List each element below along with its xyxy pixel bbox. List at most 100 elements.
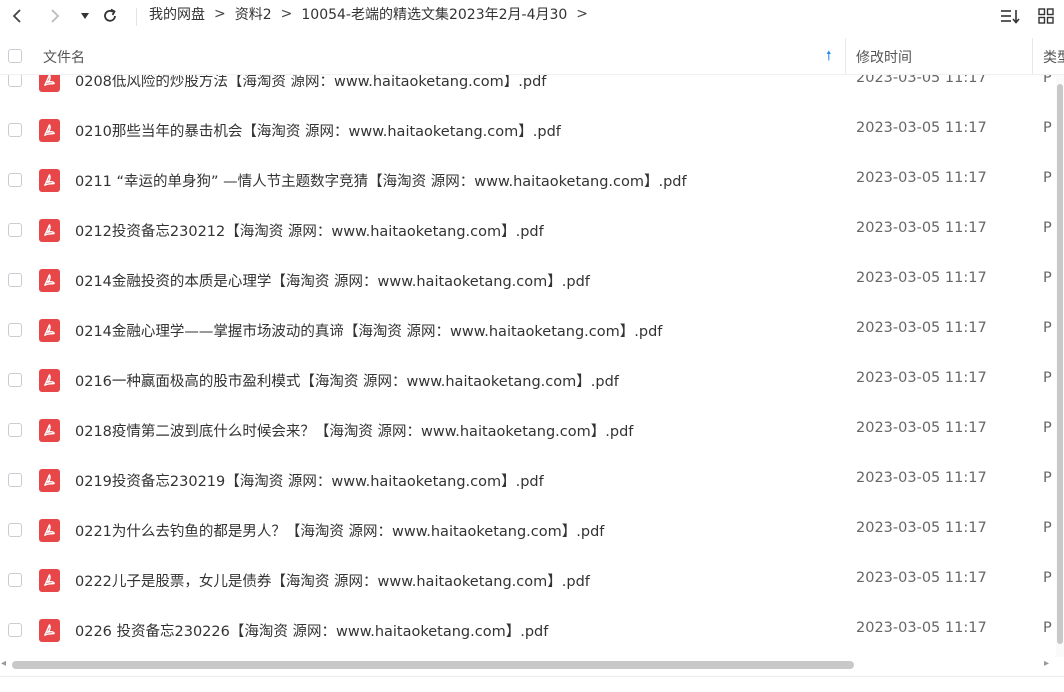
file-type: P: [1043, 570, 1052, 586]
file-modified-time: 2023-03-05 11:17: [856, 170, 987, 186]
file-row[interactable]: 0210那些当年的暴击机会【海淘资 源网：www.haitaoketang.co…: [0, 105, 1056, 155]
row-checkbox[interactable]: [8, 75, 22, 87]
pdf-file-icon: [39, 169, 60, 192]
file-modified-time: 2023-03-05 11:17: [856, 370, 987, 386]
refresh-button[interactable]: [97, 3, 123, 29]
row-checkbox[interactable]: [8, 323, 22, 337]
file-modified-time: 2023-03-05 11:17: [856, 570, 987, 586]
file-row[interactable]: 0211 “幸运的单身狗” —情人节主题数字竞猜【海淘资 源网：www.hait…: [0, 155, 1056, 205]
file-type: P: [1043, 120, 1052, 136]
pdf-symbol-icon: [44, 424, 55, 436]
scroll-left-icon[interactable]: ◂: [1, 658, 6, 669]
row-checkbox[interactable]: [8, 173, 22, 187]
row-checkbox[interactable]: [8, 573, 22, 587]
breadcrumb-item-folder[interactable]: 资料2: [235, 4, 272, 24]
pdf-symbol-icon: [44, 224, 55, 236]
file-name[interactable]: 0210那些当年的暴击机会【海淘资 源网：www.haitaoketang.co…: [75, 120, 561, 141]
pdf-file-icon: [39, 75, 60, 92]
row-checkbox[interactable]: [8, 423, 22, 437]
row-checkbox[interactable]: [8, 473, 22, 487]
refresh-icon: [104, 8, 116, 22]
pdf-symbol-icon: [44, 75, 55, 86]
grid-view-button[interactable]: [1034, 4, 1058, 28]
row-checkbox[interactable]: [8, 623, 22, 637]
vertical-scrollbar-thumb[interactable]: [1057, 84, 1063, 644]
file-type: P: [1043, 420, 1052, 436]
row-checkbox[interactable]: [8, 523, 22, 537]
bottom-divider: [0, 676, 1064, 677]
file-name[interactable]: 0212投资备忘230212【海淘资 源网：www.haitaoketang.c…: [75, 220, 544, 241]
file-row[interactable]: 0212投资备忘230212【海淘资 源网：www.haitaoketang.c…: [0, 205, 1056, 255]
file-name[interactable]: 0214金融投资的本质是心理学【海淘资 源网：www.haitaoketang.…: [75, 270, 590, 291]
column-divider[interactable]: [1032, 38, 1033, 74]
row-checkbox[interactable]: [8, 273, 22, 287]
pdf-symbol-icon: [44, 174, 55, 186]
file-name[interactable]: 0221为什么去钓鱼的都是男人？【海淘资 源网：www.haitaoketang…: [75, 520, 604, 541]
breadcrumb-separator: >: [576, 6, 589, 22]
pdf-symbol-icon: [44, 524, 55, 536]
pdf-file-icon: [39, 319, 60, 342]
file-list: 0208低风险的炒股方法【海淘资 源网：www.haitaoketang.com…: [0, 75, 1056, 657]
file-row[interactable]: 0221为什么去钓鱼的都是男人？【海淘资 源网：www.haitaoketang…: [0, 505, 1056, 555]
sort-view-button[interactable]: [998, 4, 1022, 28]
file-type: P: [1043, 170, 1052, 186]
file-type: P: [1043, 620, 1052, 636]
file-row[interactable]: 0222儿子是股票，女儿是债券【海淘资 源网：www.haitaoketang.…: [0, 555, 1056, 605]
file-name[interactable]: 0216一种赢面极高的股市盈利模式【海淘资 源网：www.haitaoketan…: [75, 370, 619, 391]
file-modified-time: 2023-03-05 11:17: [856, 470, 987, 486]
file-name[interactable]: 0218疫情第二波到底什么时候会来？【海淘资 源网：www.haitaoketa…: [75, 420, 633, 441]
file-modified-time: 2023-03-05 11:17: [856, 420, 987, 436]
file-row[interactable]: 0219投资备忘230219【海淘资 源网：www.haitaoketang.c…: [0, 455, 1056, 505]
column-header-type[interactable]: 类型: [1043, 47, 1064, 67]
pdf-file-icon: [39, 619, 60, 642]
pdf-file-icon: [39, 119, 60, 142]
pdf-file-icon: [39, 269, 60, 292]
forward-button[interactable]: [42, 3, 68, 29]
file-list-header: 文件名 🠕 修改时间 类型: [0, 38, 1064, 75]
column-divider[interactable]: [845, 38, 846, 74]
horizontal-scrollbar[interactable]: ◂ ▸: [0, 657, 1064, 673]
pdf-file-icon: [39, 219, 60, 242]
history-dropdown-button[interactable]: [72, 3, 98, 29]
column-header-modified[interactable]: 修改时间: [856, 47, 912, 67]
file-type: P: [1043, 320, 1052, 336]
file-name[interactable]: 0208低风险的炒股方法【海淘资 源网：www.haitaoketang.com…: [75, 75, 546, 91]
file-row[interactable]: 0218疫情第二波到底什么时候会来？【海淘资 源网：www.haitaoketa…: [0, 405, 1056, 455]
horizontal-scrollbar-thumb[interactable]: [12, 661, 854, 669]
scroll-right-icon[interactable]: ▸: [1044, 658, 1049, 669]
file-row[interactable]: 0214金融心理学——掌握市场波动的真谛【海淘资 源网：www.haitaoke…: [0, 305, 1056, 355]
select-all-checkbox[interactable]: [8, 49, 22, 63]
pdf-symbol-icon: [44, 374, 55, 386]
file-type: P: [1043, 75, 1052, 86]
file-modified-time: 2023-03-05 11:17: [856, 320, 987, 336]
breadcrumb-item-current[interactable]: 10054-老端的精选文集2023年2月-4月30: [301, 4, 567, 24]
row-checkbox[interactable]: [8, 223, 22, 237]
breadcrumb-separator: >: [280, 6, 293, 22]
file-modified-time: 2023-03-05 11:17: [856, 620, 987, 636]
pdf-file-icon: [39, 419, 60, 442]
file-modified-time: 2023-03-05 11:17: [856, 270, 987, 286]
file-name[interactable]: 0222儿子是股票，女儿是债券【海淘资 源网：www.haitaoketang.…: [75, 570, 590, 591]
pdf-file-icon: [39, 369, 60, 392]
pdf-file-icon: [39, 519, 60, 542]
file-row[interactable]: 0208低风险的炒股方法【海淘资 源网：www.haitaoketang.com…: [0, 75, 1056, 105]
file-row[interactable]: 0226 投资备忘230226【海淘资 源网：www.haitaoketang.…: [0, 605, 1056, 655]
column-header-name[interactable]: 文件名: [43, 47, 85, 67]
pdf-symbol-icon: [44, 124, 55, 136]
breadcrumb-item-root[interactable]: 我的网盘: [149, 4, 205, 24]
file-name[interactable]: 0226 投资备忘230226【海淘资 源网：www.haitaoketang.…: [75, 620, 548, 641]
file-row[interactable]: 0214金融投资的本质是心理学【海淘资 源网：www.haitaoketang.…: [0, 255, 1056, 305]
back-button[interactable]: [4, 3, 30, 29]
row-checkbox[interactable]: [8, 373, 22, 387]
pdf-file-icon: [39, 469, 60, 492]
file-modified-time: 2023-03-05 11:17: [856, 75, 987, 86]
pdf-symbol-icon: [44, 324, 55, 336]
file-modified-time: 2023-03-05 11:17: [856, 120, 987, 136]
file-name[interactable]: 0211 “幸运的单身狗” —情人节主题数字竞猜【海淘资 源网：www.hait…: [75, 170, 687, 191]
file-name[interactable]: 0214金融心理学——掌握市场波动的真谛【海淘资 源网：www.haitaoke…: [75, 320, 662, 341]
sort-ascending-icon: 🠕: [826, 49, 832, 64]
file-name[interactable]: 0219投资备忘230219【海淘资 源网：www.haitaoketang.c…: [75, 470, 544, 491]
row-checkbox[interactable]: [8, 123, 22, 137]
file-type: P: [1043, 220, 1052, 236]
file-row[interactable]: 0216一种赢面极高的股市盈利模式【海淘资 源网：www.haitaoketan…: [0, 355, 1056, 405]
